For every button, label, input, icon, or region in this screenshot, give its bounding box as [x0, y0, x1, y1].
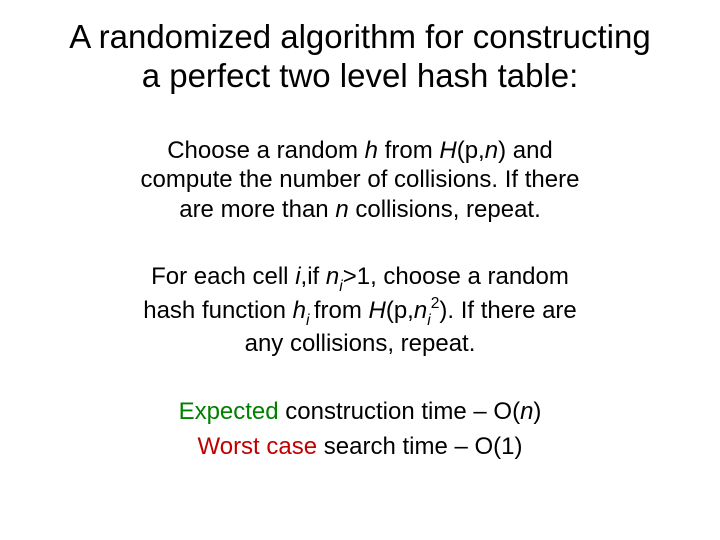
title-line1: A randomized algorithm for constructing [69, 18, 650, 55]
p1-H: H [439, 137, 456, 164]
p2-seg7: ). If there are [439, 297, 576, 324]
p3-e1b: construction time – O( [279, 398, 520, 425]
p1-seg1: Choose a random [167, 137, 364, 164]
p2-seg3: >1, choose a random [343, 263, 569, 290]
p1-seg5: compute the number of collisions. If the… [141, 166, 580, 193]
p3-e2b: search time – O(1) [317, 433, 522, 460]
paragraph-1: Choose a random h from H(p,n) and comput… [0, 136, 720, 224]
p2-isub1: i [339, 278, 342, 295]
p1-n1: n [485, 137, 498, 164]
title-line2: a perfect two level hash table: [142, 57, 579, 94]
p2-seg6: (p, [386, 297, 414, 324]
p3-worst: Worst case [198, 433, 318, 460]
p2-nsub: n [326, 263, 339, 290]
paragraph-3: Expected construction time – O(n) Worst … [0, 395, 720, 465]
p1-seg2: from [378, 137, 439, 164]
p2-isub3: i [427, 312, 430, 329]
p2-sq: 2 [431, 295, 440, 312]
p2-seg5: from [314, 297, 369, 324]
p1-n2: n [335, 196, 348, 223]
slide: A randomized algorithm for constructing … [0, 0, 720, 540]
p2-seg4: hash function [143, 297, 292, 324]
p2-seg1: For each cell [151, 263, 295, 290]
p1-h: h [365, 137, 378, 164]
p2-seg8: any collisions, repeat. [245, 330, 476, 357]
p2-isub2: i [306, 312, 314, 329]
p3-e1c: ) [533, 398, 541, 425]
p1-seg4: ) and [498, 137, 553, 164]
p2-hsub: h [293, 297, 306, 324]
p2-n2: n [414, 297, 427, 324]
p2-seg2: ,if [301, 263, 326, 290]
p1-seg7: collisions, repeat. [349, 196, 541, 223]
p1-seg6: are more than [179, 196, 335, 223]
p3-expected: Expected [179, 398, 279, 425]
paragraph-2: For each cell i,if ni>1, choose a random… [0, 262, 720, 358]
p3-e1n: n [520, 398, 533, 425]
p1-seg3: (p, [457, 137, 485, 164]
p2-H: H [369, 297, 386, 324]
slide-title: A randomized algorithm for constructing … [0, 18, 720, 96]
